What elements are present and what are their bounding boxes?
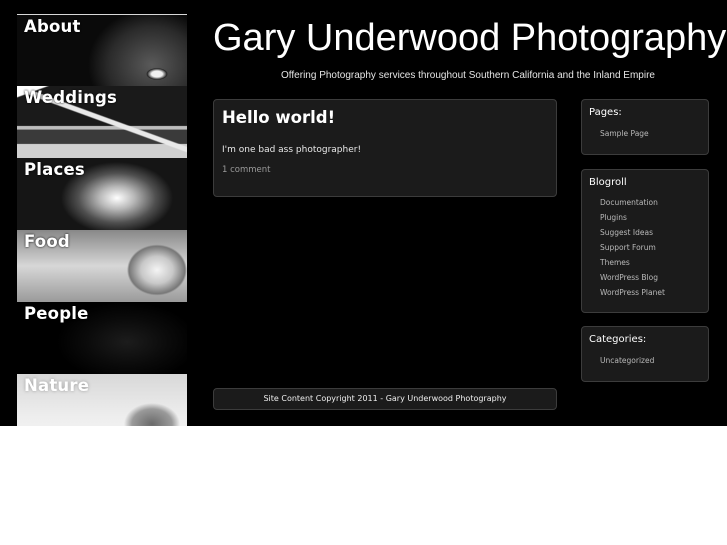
blogroll-link[interactable]: Support Forum (600, 240, 665, 255)
comments-link[interactable]: 1 comment (222, 165, 271, 175)
nav-item-people[interactable]: People (17, 302, 187, 374)
photo-navigation: About Weddings Places Food People Nature (17, 14, 187, 426)
nav-item-label: About (24, 17, 81, 36)
nav-item-nature[interactable]: Nature (17, 374, 187, 426)
categories-widget: Categories: Uncategorized (581, 326, 709, 382)
copyright-text: Site Content Copyright 2011 - Gary Under… (263, 394, 507, 403)
blogroll-link[interactable]: WordPress Blog (600, 270, 665, 285)
site-tagline: Offering Photography services throughout… (281, 70, 655, 81)
nav-item-label: People (24, 304, 89, 323)
nav-item-label: Places (24, 160, 85, 179)
nav-item-weddings[interactable]: Weddings (17, 86, 187, 158)
blogroll-link[interactable]: Documentation (600, 195, 665, 210)
blog-post: Hello world! I'm one bad ass photographe… (213, 99, 557, 197)
blogroll-link[interactable]: Themes (600, 255, 665, 270)
blogroll-widget: Blogroll Documentation Plugins Suggest I… (581, 169, 709, 313)
post-body: I'm one bad ass photographer! (222, 145, 362, 155)
category-link[interactable]: Uncategorized (600, 353, 654, 368)
nav-item-about[interactable]: About (17, 14, 187, 86)
blogroll-link[interactable]: WordPress Planet (600, 285, 665, 300)
nav-item-label: Weddings (24, 88, 118, 107)
blogroll-link[interactable]: Plugins (600, 210, 665, 225)
blogroll-link[interactable]: Suggest Ideas (600, 225, 665, 240)
nav-item-food[interactable]: Food (17, 230, 187, 302)
footer: Site Content Copyright 2011 - Gary Under… (213, 388, 557, 410)
page-frame: About Weddings Places Food People Nature… (0, 0, 727, 426)
nav-item-label: Food (24, 232, 70, 251)
nav-item-places[interactable]: Places (17, 158, 187, 230)
widget-title: Categories: (589, 334, 647, 345)
nav-item-label: Nature (24, 376, 90, 395)
pages-widget: Pages: Sample Page (581, 99, 709, 155)
widget-title: Blogroll (589, 177, 627, 188)
widget-title: Pages: (589, 107, 622, 118)
post-title[interactable]: Hello world! (222, 108, 335, 127)
site-title[interactable]: Gary Underwood Photography (213, 15, 726, 61)
page-link[interactable]: Sample Page (600, 126, 649, 141)
